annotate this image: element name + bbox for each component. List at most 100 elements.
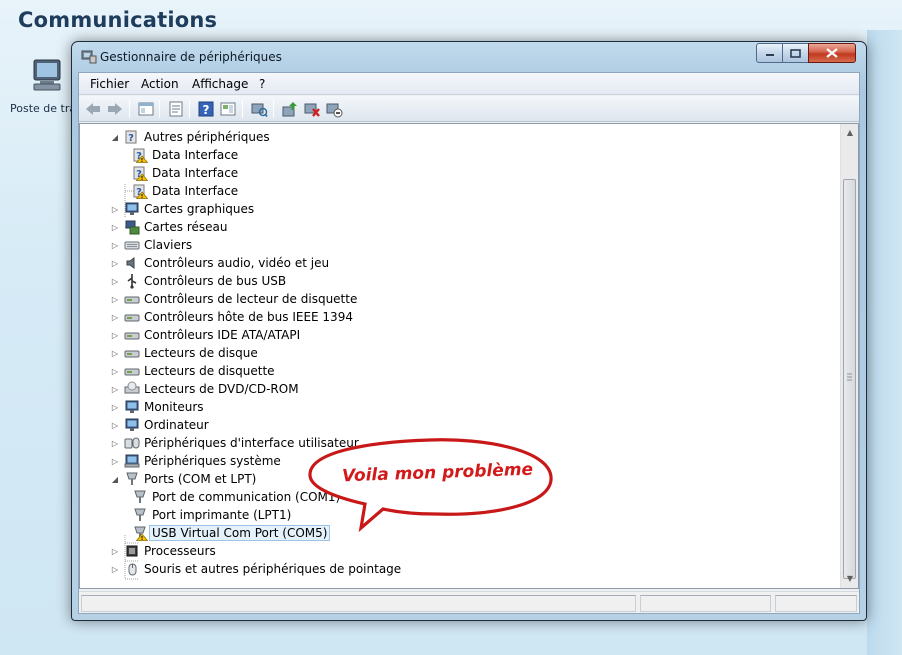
vertical-scrollbar[interactable]: ▲ ▼	[840, 124, 858, 588]
tree-node-label: Contrôleurs hôte de bus IEEE 1394	[144, 310, 353, 324]
tree-node[interactable]: ▷ Souris et autres périphériques de point…	[110, 560, 401, 578]
tree-node[interactable]: ? Data Interface	[132, 146, 238, 164]
maximize-button[interactable]	[782, 43, 809, 63]
computer-icon	[125, 418, 139, 431]
menu-action[interactable]: Action	[141, 77, 179, 91]
expand-arrow-icon[interactable]: ▷	[110, 277, 120, 286]
unknown-device-warning-icon: ?	[133, 148, 148, 163]
usb-icon	[127, 274, 137, 289]
tree-node-label: Contrôleurs IDE ATA/ATAPI	[144, 328, 301, 342]
tree-node[interactable]: ▷ Contrôleurs audio, vidéo et jeu	[110, 254, 329, 272]
floppy-drive-icon	[124, 368, 140, 376]
expand-arrow-icon[interactable]: ▷	[110, 295, 120, 304]
tree-node-label: Ports (COM et LPT)	[144, 472, 257, 486]
system-device-icon	[124, 454, 140, 468]
tree-node[interactable]: ▷ Contrôleurs hôte de bus IEEE 1394	[110, 308, 353, 326]
status-cell-2	[640, 595, 771, 612]
tree-node[interactable]: ▷ Lecteurs de disquette	[110, 362, 275, 380]
tree-node[interactable]: ▷ Ordinateur	[110, 416, 209, 434]
uninstall-icon[interactable]	[303, 100, 321, 118]
expand-arrow-icon[interactable]: ▷	[110, 367, 120, 376]
minimize-button[interactable]	[756, 43, 783, 63]
expand-arrow-icon[interactable]: ▷	[110, 259, 120, 268]
port-warning-icon	[134, 526, 148, 541]
tree-node-label: Port imprimante (LPT1)	[152, 508, 292, 522]
expand-arrow-icon[interactable]: ▷	[110, 385, 120, 394]
tree-node[interactable]: ▷ Lecteurs de DVD/CD-ROM	[110, 380, 299, 398]
tree-node[interactable]: ▷ Contrôleurs de bus USB	[110, 272, 286, 290]
tree-node[interactable]: ▷ Cartes réseau	[110, 218, 227, 236]
expand-arrow-icon[interactable]: ▷	[110, 349, 120, 358]
expand-arrow-icon[interactable]: ▷	[110, 331, 120, 340]
view-icon[interactable]	[219, 100, 237, 118]
tree-node[interactable]: ▷ Contrôleurs de lecteur de disquette	[110, 290, 357, 308]
tree-node[interactable]: USB Virtual Com Port (COM5)	[132, 524, 331, 542]
help-icon[interactable]: ?	[197, 100, 215, 118]
expand-arrow-icon[interactable]: ▷	[110, 421, 120, 430]
expand-arrow-icon[interactable]: ▷	[110, 403, 120, 412]
scan-hardware-icon[interactable]	[250, 100, 268, 118]
toolbar-separator	[189, 100, 190, 118]
collapse-arrow-icon[interactable]: ◢	[110, 475, 120, 484]
expand-arrow-icon[interactable]: ▷	[110, 565, 120, 574]
expand-arrow-icon[interactable]: ▷	[110, 547, 120, 556]
update-driver-icon[interactable]	[281, 100, 299, 118]
page-heading: Communications	[18, 8, 218, 32]
tree-node[interactable]: ? Data Interface	[132, 182, 238, 200]
tree-node-label: Ordinateur	[144, 418, 209, 432]
menu-fichier[interactable]: Fichier	[90, 77, 129, 91]
unknown-device-warning-icon: ?	[133, 184, 148, 199]
expand-arrow-icon[interactable]: ▷	[110, 205, 120, 214]
tree-node[interactable]: ▷ Contrôleurs IDE ATA/ATAPI	[110, 326, 300, 344]
expand-arrow-icon[interactable]: ▷	[110, 457, 120, 466]
port-icon	[134, 508, 146, 521]
menu-help[interactable]: ?	[259, 77, 265, 91]
collapse-arrow-icon[interactable]: ◢	[110, 133, 120, 142]
scrollbar-thumb[interactable]	[843, 179, 856, 579]
close-button[interactable]	[808, 43, 856, 63]
unknown-device-warning-icon: ?	[133, 166, 148, 181]
tree-node-label: Cartes graphiques	[144, 202, 255, 216]
menu-bar: Fichier Action Affichage ?	[79, 73, 859, 95]
tree-node-label: Cartes réseau	[144, 220, 228, 234]
audio-icon	[126, 257, 135, 269]
grip-icon	[847, 373, 852, 381]
toolbar-separator	[242, 100, 243, 118]
expand-arrow-icon[interactable]: ▷	[110, 439, 120, 448]
status-cell-3	[775, 595, 857, 612]
tree-node[interactable]: ▷ Lecteurs de disque	[110, 344, 258, 362]
forward-icon[interactable]	[106, 100, 124, 118]
expand-arrow-icon[interactable]: ▷	[110, 223, 120, 232]
tree-node[interactable]: ◢ Ports (COM et LPT)	[110, 470, 256, 488]
scroll-up-arrow-icon[interactable]: ▲	[845, 128, 855, 138]
tree-node[interactable]: ◢? Autres périphériques	[110, 128, 270, 146]
scroll-down-arrow-icon[interactable]: ▼	[845, 574, 855, 584]
hid-icon	[124, 437, 140, 449]
expand-arrow-icon[interactable]: ▷	[110, 241, 120, 250]
computer-icon[interactable]	[26, 56, 70, 96]
menu-affichage[interactable]: Affichage	[192, 77, 248, 91]
back-icon[interactable]	[84, 100, 102, 118]
tree-node-label: Autres périphériques	[144, 130, 270, 144]
tree-node[interactable]: Port imprimante (LPT1)	[132, 506, 291, 524]
toolbar: ?	[79, 96, 859, 122]
expand-arrow-icon[interactable]: ▷	[110, 313, 120, 322]
tree-node-label: Contrôleurs de bus USB	[144, 274, 287, 288]
tree-node[interactable]: ▷ Claviers	[110, 236, 192, 254]
status-bar	[79, 591, 859, 613]
tree-node-label: Processeurs	[144, 544, 216, 558]
disable-icon[interactable]	[325, 100, 343, 118]
properties-icon[interactable]	[167, 100, 185, 118]
desktop-icon-label[interactable]: Poste de travail	[10, 102, 72, 115]
disk-drive-icon	[124, 350, 140, 358]
tree-node[interactable]: ? Data Interface	[132, 164, 238, 182]
tree-node[interactable]: ▷ Processeurs	[110, 542, 216, 560]
tree-node[interactable]: ▷ Moniteurs	[110, 398, 204, 416]
tree-node-label: Lecteurs de DVD/CD-ROM	[144, 382, 299, 396]
show-hide-tree-icon[interactable]	[137, 100, 155, 118]
dvd-drive-icon	[124, 381, 140, 394]
title-bar[interactable]: Gestionnaire de périphériques	[72, 42, 866, 72]
mouse-icon	[128, 563, 137, 576]
tree-node[interactable]: ▷ Cartes graphiques	[110, 200, 254, 218]
tree-node[interactable]: ▷ Périphériques système	[110, 452, 281, 470]
